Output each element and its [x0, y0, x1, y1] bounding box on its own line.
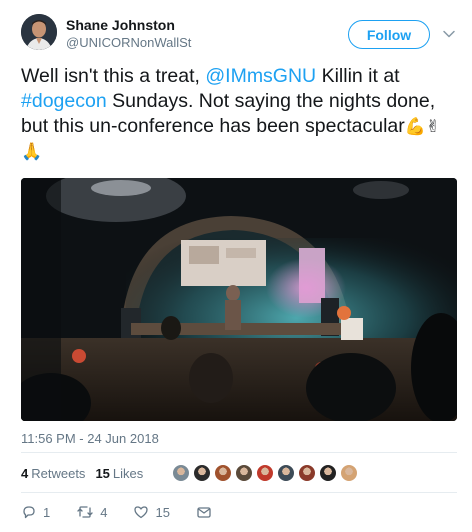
tweet-text-part: Well isn't this a treat, [21, 65, 206, 87]
likes-label: Likes [112, 465, 144, 481]
liker-avatar[interactable] [319, 464, 337, 482]
tweet-card: Shane Johnston @UNICORNonWallSt Follow W… [0, 0, 472, 532]
mention-link[interactable]: @IMmsGNU [205, 65, 316, 87]
liker-avatar[interactable] [256, 464, 274, 482]
divider [21, 492, 457, 493]
flexed-biceps-emoji: 💪 [404, 117, 426, 136]
reply-icon [23, 506, 35, 519]
retweet-button[interactable]: 4 [76, 504, 107, 520]
like-button[interactable]: 15 [133, 504, 170, 520]
author-name[interactable]: Shane Johnston [66, 17, 175, 33]
likes-count: 15 [95, 465, 110, 481]
likes-stat[interactable]: 15 Likes [95, 466, 143, 481]
liker-avatar[interactable] [298, 464, 316, 482]
tweet-header: Shane Johnston @UNICORNonWallSt Follow [0, 0, 472, 60]
envelope-icon [197, 507, 211, 518]
liker-avatar[interactable] [193, 464, 211, 482]
tweet-photo[interactable] [21, 178, 457, 421]
retweets-stat[interactable]: 4 Retweets [21, 466, 85, 481]
tweet-text-part: Killin it at [316, 65, 400, 87]
divider [21, 452, 457, 453]
like-count: 15 [155, 504, 170, 520]
tweet-text: Well isn't this a treat, @IMmsGNU Killin… [21, 64, 451, 164]
tweet-actions: 1 4 15 [21, 501, 244, 523]
retweet-count: 4 [100, 504, 108, 520]
liker-avatar[interactable] [277, 464, 295, 482]
liker-avatar[interactable] [172, 464, 190, 482]
hashtag-link[interactable]: #dogecon [21, 90, 107, 112]
reply-button[interactable]: 1 [21, 504, 50, 520]
victory-hand-emoji: ✌ [425, 117, 441, 136]
reply-count: 1 [43, 504, 51, 520]
liker-avatar[interactable] [340, 464, 358, 482]
liker-avatar[interactable] [235, 464, 253, 482]
retweets-label: Retweets [31, 465, 86, 481]
follow-button[interactable]: Follow [348, 20, 430, 49]
retweet-icon [77, 506, 93, 518]
engagement-stats: 4 Retweets 15 Likes [21, 462, 143, 484]
author-handle[interactable]: @UNICORNonWallSt [66, 35, 191, 50]
retweets-count: 4 [21, 465, 29, 481]
tweet-timestamp[interactable]: 11:56 PM - 24 Jun 2018 [21, 431, 159, 446]
likers-avatars [172, 462, 361, 484]
liker-avatar[interactable] [214, 464, 232, 482]
author-avatar[interactable] [21, 14, 57, 50]
direct-message-button[interactable] [196, 504, 218, 520]
chevron-down-icon[interactable] [442, 27, 456, 41]
heart-icon [134, 506, 149, 519]
folded-hands-emoji: 🙏 [21, 142, 43, 161]
